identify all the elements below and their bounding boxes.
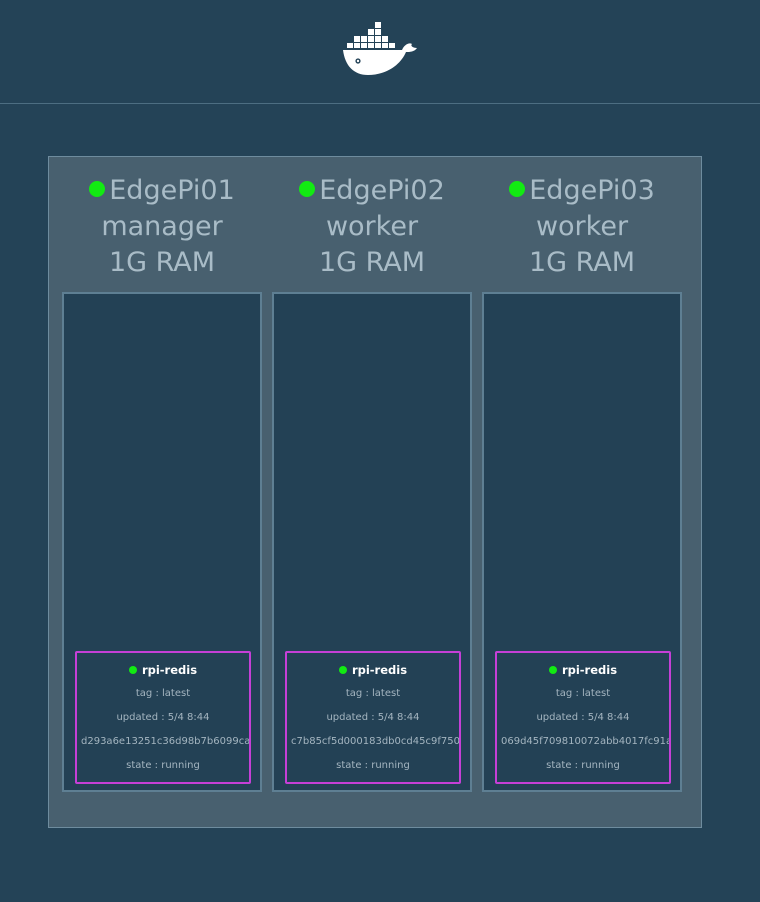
node-tasks-area: rpi-redis tag : latest updated : 5/4 8:4… [62,292,262,792]
node-role: worker [325,211,419,242]
header [0,0,760,104]
task-card[interactable]: rpi-redis tag : latest updated : 5/4 8:4… [495,651,671,784]
task-name: rpi-redis [141,663,198,677]
node-tasks-area: rpi-redis tag : latest updated : 5/4 8:4… [482,292,682,792]
node-status-dot [89,180,106,197]
task-updated: updated : 5/4 8:44 [536,712,630,723]
node-header: EdgePi01 manager 1G RAM [62,173,262,281]
task-updated: updated : 5/4 8:44 [116,712,210,723]
task-updated: updated : 5/4 8:44 [326,712,420,723]
node-role: worker [535,211,629,242]
task-state: state : running [336,760,410,771]
docker-whale-icon [343,22,417,75]
task-status-dot [338,665,347,674]
task-name: rpi-redis [561,663,618,677]
node-ram: 1G RAM [528,247,636,278]
task-card[interactable]: rpi-redis tag : latest updated : 5/4 8:4… [285,651,461,784]
swarm-cluster: EdgePi01 manager 1G RAM rpi-redis tag : … [48,156,702,828]
node-tasks-area: rpi-redis tag : latest updated : 5/4 8:4… [272,292,472,792]
task-id: 069d45f709810072abb4017fc91a5ae [501,736,669,747]
task-status-dot [128,665,137,674]
task-tag: tag : latest [555,688,611,699]
node-header: EdgePi03 worker 1G RAM [482,173,682,281]
node-status-dot [509,180,526,197]
node-status-dot [299,180,316,197]
node-role: manager [101,211,223,242]
task-id: c7b85cf5d000183db0cd45c9f7501c6 [291,736,459,747]
node-name: EdgePi01 [109,175,235,206]
node-name: EdgePi03 [529,175,655,206]
task-card[interactable]: rpi-redis tag : latest updated : 5/4 8:4… [75,651,251,784]
task-tag: tag : latest [345,688,401,699]
node-ram: 1G RAM [108,247,216,278]
node-edgepi02: EdgePi02 worker 1G RAM rpi-redis tag : l… [272,157,472,829]
task-name: rpi-redis [351,663,408,677]
task-id: d293a6e13251c36d98b7b6099caa60 [81,736,249,747]
task-tag: tag : latest [135,688,191,699]
node-name: EdgePi02 [319,175,445,206]
node-edgepi03: EdgePi03 worker 1G RAM rpi-redis tag : l… [482,157,682,829]
task-state: state : running [126,760,200,771]
node-ram: 1G RAM [318,247,426,278]
node-edgepi01: EdgePi01 manager 1G RAM rpi-redis tag : … [62,157,262,829]
task-state: state : running [546,760,620,771]
task-status-dot [548,665,557,674]
node-header: EdgePi02 worker 1G RAM [272,173,472,281]
